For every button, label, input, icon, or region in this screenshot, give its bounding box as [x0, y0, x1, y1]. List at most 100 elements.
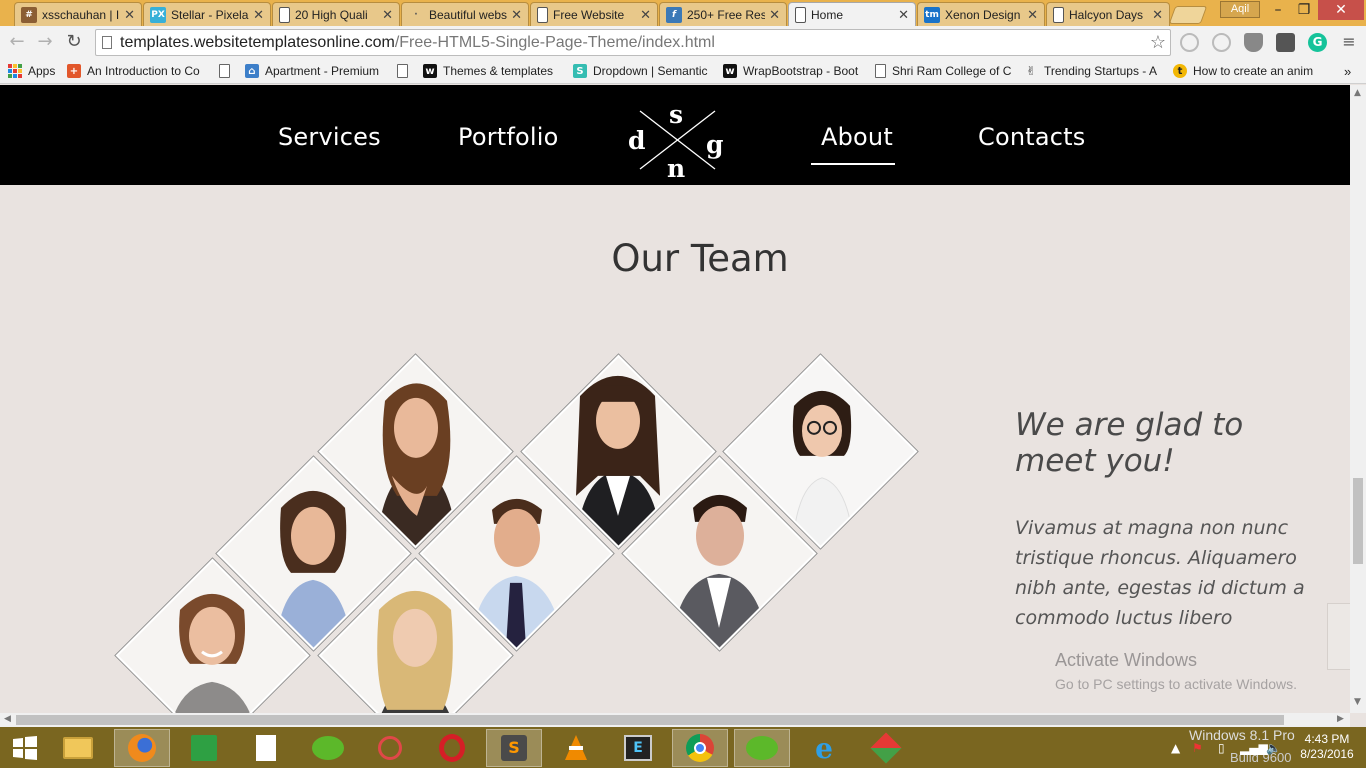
logo-letter-top: s [669, 100, 684, 129]
shield-icon[interactable] [1244, 33, 1263, 52]
nav-services[interactable]: Services [278, 123, 381, 151]
intro-heading: We are glad to meet you! [1015, 407, 1244, 479]
new-tab-button[interactable] [1168, 6, 1208, 24]
tab-xenon-design[interactable]: tm Xenon Design ✕ [917, 2, 1045, 26]
tab-title: Free Website [553, 7, 625, 22]
tab-halcyon-days[interactable]: Halcyon Days ✕ [1046, 2, 1170, 26]
close-icon[interactable]: ✕ [382, 7, 393, 23]
dot-icon: · [414, 9, 418, 20]
scroll-down-icon[interactable]: ▼ [1354, 697, 1361, 707]
bookmark-apartment[interactable]: ⌂ Apartment - Premium [245, 62, 383, 80]
scroll-right-icon[interactable]: ▶ [1337, 714, 1344, 724]
bookmark-shri-ram[interactable]: Shri Ram College of C [875, 62, 1011, 80]
bookmark-document[interactable] [397, 62, 414, 80]
bookmark-apps[interactable]: Apps [8, 62, 55, 80]
bookmark-dropdown-semantic[interactable]: S Dropdown | Semantic [573, 62, 711, 80]
bookmark-document[interactable] [219, 62, 236, 80]
profile-button[interactable]: Aqil [1220, 1, 1260, 18]
address-bar[interactable]: templates.websitetemplatesonline.com/Fre… [95, 29, 1171, 56]
close-icon[interactable]: ✕ [1152, 7, 1163, 23]
tab-20-high-quality[interactable]: 20 High Quali ✕ [272, 2, 400, 26]
tab-stellar[interactable]: PX Stellar - Pixela ✕ [143, 2, 271, 26]
close-icon[interactable]: ✕ [640, 7, 651, 23]
sublime-text-icon[interactable]: S [486, 729, 542, 767]
flag-icon[interactable]: ⚑ [1192, 741, 1203, 755]
nav-contacts[interactable]: Contacts [978, 123, 1085, 151]
windows-taskbar: S E e Windows 8.1 Pro Build 9600 ▲ ⚑ ▯ ▂… [0, 727, 1366, 768]
opera-icon[interactable] [424, 729, 480, 767]
green-app-icon[interactable] [734, 729, 790, 767]
document-icon [875, 64, 886, 78]
close-icon[interactable]: ✕ [769, 7, 780, 23]
scroll-up-icon[interactable]: ▲ [1354, 88, 1361, 98]
tab-free-website[interactable]: Free Website ✕ [530, 2, 658, 26]
house-icon: ⌂ [245, 64, 259, 78]
bookmark-label: Dropdown | Semantic [593, 64, 708, 78]
close-icon[interactable]: ✕ [124, 7, 135, 23]
nav-portfolio[interactable]: Portfolio [458, 123, 559, 151]
horizontal-scroll-thumb[interactable] [16, 715, 1284, 725]
vlc-icon[interactable] [548, 729, 604, 767]
tab-250-free-res[interactable]: f 250+ Free Res ✕ [659, 2, 787, 26]
forward-icon[interactable]: → [33, 31, 57, 55]
chrome-icon[interactable] [672, 729, 728, 767]
document-icon [537, 6, 548, 23]
bookmark-themes-templates[interactable]: w Themes & templates [423, 62, 555, 80]
bookmarks-overflow-icon[interactable]: » [1344, 62, 1351, 80]
vertical-scroll-thumb[interactable] [1353, 478, 1363, 564]
nav-about[interactable]: About [821, 123, 893, 151]
green-app-icon[interactable] [300, 729, 356, 767]
bookmark-intro-to-co[interactable]: + An Introduction to Co [67, 62, 205, 80]
firefox-icon[interactable] [114, 729, 170, 767]
bookmark-star-icon[interactable]: ☆ [1150, 30, 1166, 55]
site-navbar: Services Portfolio s d g n About Contact… [0, 85, 1350, 185]
vertical-scrollbar[interactable]: ▲ ▼ [1350, 85, 1366, 713]
tab-title: Home [811, 7, 844, 22]
menu-icon[interactable]: ≡ [1337, 31, 1361, 55]
tab-beautiful-webs[interactable]: · Beautiful webs ✕ [401, 2, 529, 26]
side-widget[interactable] [1327, 603, 1350, 670]
editor-icon[interactable]: E [610, 729, 666, 767]
windows-logo-icon [13, 736, 37, 760]
app-icon[interactable] [858, 729, 914, 767]
internet-explorer-icon[interactable]: e [796, 729, 852, 767]
tab-xsschauhan[interactable]: # xsschauhan | I ✕ [14, 2, 142, 26]
reload-icon[interactable]: ↻ [62, 31, 86, 55]
tab-home[interactable]: Home ✕ [788, 2, 916, 26]
close-icon[interactable]: ✕ [898, 7, 909, 23]
snipping-tool-icon[interactable] [362, 729, 418, 767]
browser-toolbar: ← → ↻ templates.websitetemplatesonline.c… [0, 26, 1366, 59]
tab-title: Xenon Design [945, 7, 1021, 22]
file-explorer-icon[interactable] [50, 729, 106, 767]
grammarly-icon[interactable]: G [1308, 33, 1327, 52]
close-icon[interactable]: ✕ [253, 7, 264, 23]
w-icon: w [423, 64, 437, 78]
volume-icon[interactable]: 🔈 [1266, 741, 1281, 755]
extension-icon[interactable] [1212, 33, 1231, 52]
extension-icon[interactable] [1276, 33, 1295, 52]
peace-icon: ✌ [1025, 64, 1037, 78]
back-icon[interactable]: ← [5, 31, 29, 55]
tray-expand-icon[interactable]: ▲ [1171, 741, 1180, 755]
bookmark-wrapbootstrap[interactable]: w WrapBootstrap - Boot [723, 62, 861, 80]
bookmark-trending-startups[interactable]: ✌ Trending Startups - A [1024, 62, 1160, 80]
tab-strip: # xsschauhan | I ✕ PX Stellar - Pixela ✕… [0, 0, 1366, 26]
horizontal-scrollbar[interactable]: ◀ ▶ [0, 713, 1350, 727]
battery-icon[interactable]: ▯ [1218, 741, 1225, 755]
site-logo[interactable]: s d g n [620, 95, 730, 185]
bookmark-how-to-create[interactable]: t How to create an anim [1173, 62, 1313, 80]
extension-icon[interactable] [1180, 33, 1199, 52]
store-icon[interactable] [176, 729, 232, 767]
network-icon[interactable]: ▂▄▆ [1240, 741, 1268, 755]
clock[interactable]: 4:43 PM 8/23/2016 [1292, 732, 1362, 762]
document-icon[interactable] [238, 729, 294, 767]
activate-windows-title: Activate Windows [1055, 650, 1198, 670]
close-icon[interactable]: ✕ [1027, 7, 1038, 23]
minimize-icon[interactable]: – [1264, 0, 1292, 20]
close-icon[interactable]: ✕ [511, 7, 522, 23]
close-window-icon[interactable]: ✕ [1318, 0, 1364, 20]
page-viewport: Services Portfolio s d g n About Contact… [0, 85, 1350, 713]
scroll-left-icon[interactable]: ◀ [4, 714, 11, 724]
restore-icon[interactable]: ❐ [1290, 0, 1318, 20]
start-button[interactable] [0, 729, 50, 767]
